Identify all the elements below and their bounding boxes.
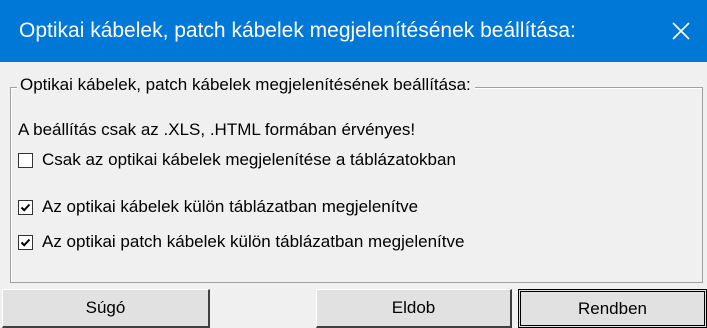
option-only-optical-cables[interactable]: Csak az optikai kábelek megjelenítése a … [18,148,456,172]
format-info-text: A beállítás csak az .XLS, .HTML formában… [18,120,416,139]
groupbox-legend: Optikai kábelek, patch kábelek megjelení… [17,72,475,98]
checkbox-unchecked[interactable] [18,152,33,168]
discard-button[interactable]: Eldob [316,289,512,328]
option-label: Az optikai kábelek külön táblázatban meg… [42,197,419,216]
option-optical-patch-cables-separate-table[interactable]: Az optikai patch kábelek külön táblázatb… [18,230,464,254]
checkbox-checked[interactable] [18,234,33,250]
ok-button[interactable]: Rendben [518,289,707,328]
checkmark-icon [20,203,31,212]
option-label: Csak az optikai kábelek megjelenítése a … [42,150,456,169]
checkmark-icon [20,238,31,247]
help-button[interactable]: Súgó [2,289,210,328]
close-icon [672,22,690,40]
window-title: Optikai kábelek, patch kábelek megjelení… [19,19,576,42]
option-optical-cables-separate-table[interactable]: Az optikai kábelek külön táblázatban meg… [18,195,418,219]
checkbox-checked[interactable] [18,199,33,215]
option-label: Az optikai patch kábelek külön táblázatb… [42,232,465,251]
close-button[interactable] [655,0,707,62]
dialog-window: Optikai kábelek, patch kábelek megjelení… [0,0,707,328]
title-bar: Optikai kábelek, patch kábelek megjelení… [0,0,707,62]
